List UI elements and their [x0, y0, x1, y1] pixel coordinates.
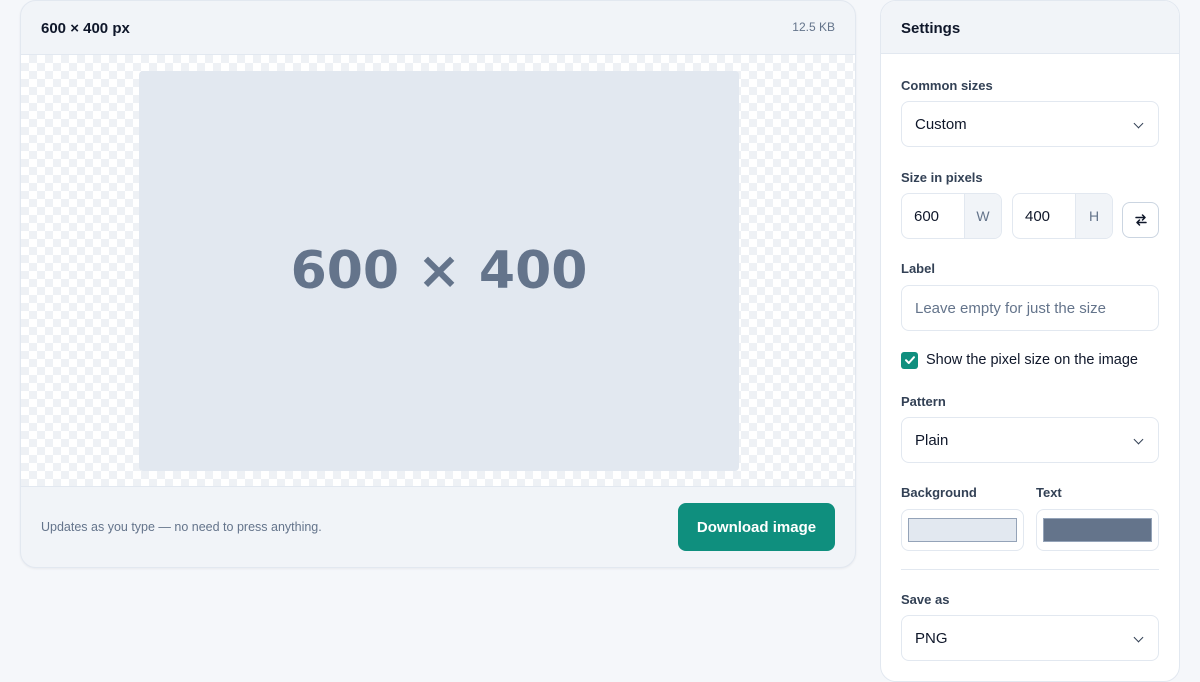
common-sizes-select[interactable]: Custom [901, 101, 1159, 147]
height-unit-label: H [1075, 194, 1112, 238]
width-unit-label: W [964, 194, 1001, 238]
text-color-label: Text [1036, 485, 1062, 500]
checkmark-icon [904, 356, 915, 364]
chevron-down-icon [1133, 632, 1144, 643]
label-input[interactable] [901, 285, 1159, 331]
file-size: 12.5 KB [792, 20, 835, 34]
width-field: W [901, 193, 1002, 239]
placeholder-image-text: 600 × 400 [290, 241, 588, 301]
settings-title: Settings [901, 20, 961, 37]
placeholder-image-preview: 600 × 400 [139, 71, 739, 471]
settings-panel: Settings Common sizes Custom Size in pix… [880, 0, 1180, 682]
preview-footer: Updates as you type — no need to press a… [21, 488, 855, 567]
background-color-swatch [908, 518, 1017, 542]
save-as-select[interactable]: PNG [901, 615, 1159, 661]
height-field: H [1012, 193, 1113, 239]
height-input[interactable] [1013, 194, 1076, 238]
background-color-label: Background [901, 485, 977, 500]
pattern-label: Pattern [901, 394, 946, 409]
live-update-hint: Updates as you type — no need to press a… [41, 520, 322, 534]
show-pixel-size-option[interactable]: Show the pixel size on the image [901, 351, 1138, 369]
text-color-swatch [1043, 518, 1152, 542]
save-as-value: PNG [915, 630, 948, 647]
width-input[interactable] [902, 194, 965, 238]
swap-arrows-icon [1134, 214, 1147, 226]
preview-header: 600 × 400 px 12.5 KB [21, 1, 855, 55]
common-sizes-label: Common sizes [901, 78, 993, 93]
show-pixel-size-checkbox[interactable] [901, 351, 918, 369]
settings-header: Settings [881, 1, 1179, 54]
text-color-picker[interactable] [1036, 509, 1159, 551]
chevron-down-icon [1133, 434, 1144, 445]
save-as-label: Save as [901, 592, 950, 607]
transparent-canvas: 600 × 400 [21, 55, 855, 487]
settings-divider [901, 569, 1159, 570]
pattern-select[interactable]: Plain [901, 417, 1159, 463]
swap-dimensions-button[interactable] [1122, 202, 1159, 238]
pattern-value: Plain [915, 432, 949, 449]
chevron-down-icon [1133, 118, 1144, 129]
preview-card: 600 × 400 px 12.5 KB 600 × 400 Updates a… [20, 0, 856, 568]
size-in-pixels-label: Size in pixels [901, 170, 983, 185]
common-sizes-value: Custom [915, 116, 967, 133]
show-pixel-size-label: Show the pixel size on the image [926, 352, 1138, 368]
label-field-label: Label [901, 261, 935, 276]
background-color-picker[interactable] [901, 509, 1024, 551]
preview-title: 600 × 400 px [41, 20, 130, 37]
download-image-button[interactable]: Download image [678, 503, 835, 551]
